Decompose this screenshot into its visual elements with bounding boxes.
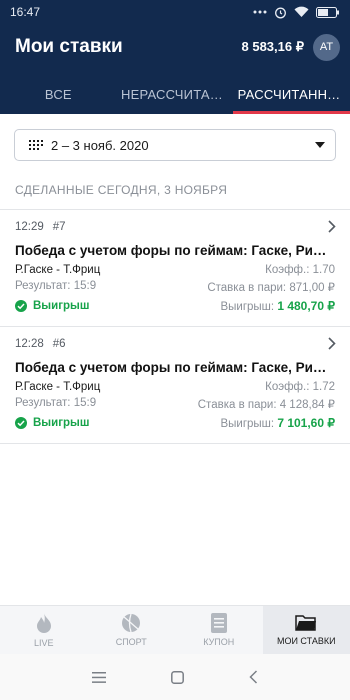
nav-coupon[interactable]: КУПОН [175,606,263,654]
bet-line: Результат: 15:9 Ставка в пари: 4 128,84 … [15,397,335,411]
bet-coef: Коэфф.: 1.70 [265,264,335,276]
status-icons [253,6,340,19]
bet-result: Результат: 15:9 [15,280,207,294]
bottom-nav: LIVE СПОРТ КУПОН МОИ СТАВКИ [0,605,350,654]
bets-tabs: ВСЕ НЕРАССЧИТАННЫЕ РАССЧИТАННЫЕ [0,75,350,114]
nav-label: LIVE [33,638,54,648]
bet-card[interactable]: 12:29 #7 Победа с учетом форы по геймам: … [0,210,350,325]
top-bar: 16:47 Мои ставки 8 583,16 ₽ АТ ВСЕ НЕРАС… [0,0,350,114]
bet-payout: Выигрыш: 1 480,70 ₽ [220,299,335,313]
nav-label: КУПОН [203,637,235,647]
result-value: 15:9 [73,280,97,292]
result-label: Результат: [15,397,71,409]
bet-match: Р.Гаске - Т.Фриц [15,381,101,393]
bet-line: Р.Гаске - Т.Фриц Коэфф.: 1.72 [15,381,335,393]
payout-label: Выигрыш: [220,301,275,313]
bet-meta: 12:28 #6 [15,338,66,350]
nav-label: МОИ СТАВКИ [276,636,336,646]
bet-outcome: Выигрыш [15,300,220,312]
date-range-select[interactable]: 2 – 3 нояб. 2020 [14,129,336,161]
nav-sport[interactable]: СПОРТ [88,606,176,654]
stake-label: Ставка в пари: [197,399,277,411]
bet-line: Р.Гаске - Т.Фриц Коэфф.: 1.70 [15,264,335,276]
menu-icon[interactable] [92,671,107,683]
bet-result: Результат: 15:9 [15,397,198,411]
payout-label: Выигрыш: [220,418,275,430]
bet-stake: Ставка в пари: 871,00 ₽ [207,280,335,294]
bet-line: Результат: 15:9 Ставка в пари: 871,00 ₽ [15,280,335,294]
bet-number: #6 [52,338,66,350]
bet-stake: Ставка в пари: 4 128,84 ₽ [198,397,335,411]
alarm-icon [275,7,286,18]
stake-value: 871,00 ₽ [289,282,335,294]
bet-line: Выигрыш Выигрыш: 7 101,60 ₽ [15,416,335,430]
coef-label: Коэфф.: [265,381,310,393]
folder-icon [295,615,317,631]
outcome-label: Выигрыш [33,300,90,312]
dots-icon [253,10,267,14]
bet-event: Победа с учетом форы по геймам: Гаске, Р… [15,243,335,258]
date-range-value: 2 – 3 нояб. 2020 [51,137,149,153]
bet-payout: Выигрыш: 7 101,60 ₽ [220,416,335,430]
coef-label: Коэфф.: [265,264,310,276]
tab-label: РАССЧИТАННЫЕ [237,87,346,102]
check-circle-icon [15,417,27,429]
section-title: СДЕЛАННЫЕ СЕГОДНЯ, 3 НОЯБРЯ [15,183,228,197]
tab-label: ВСЕ [44,87,72,102]
bet-card[interactable]: 12:28 #6 Победа с учетом форы по геймам: … [0,327,350,442]
calendar-icon [29,140,43,150]
bet-meta: 12:29 #7 [15,221,66,233]
stake-label: Ставка в пари: [207,282,287,294]
bet-line: Выигрыш Выигрыш: 1 480,70 ₽ [15,299,335,313]
bet-match: Р.Гаске - Т.Фриц [15,264,101,276]
bet-coef: Коэфф.: 1.72 [265,381,335,393]
page-title: Мои ставки [15,36,123,57]
check-circle-icon [15,300,27,312]
battery-icon [316,6,339,18]
payout-value: 1 480,70 ₽ [277,299,335,313]
coupon-icon [210,613,227,633]
tab-label: НЕРАССЧИТАННЫЕ [121,87,229,102]
nav-label: СПОРТ [115,637,147,647]
balance[interactable]: 8 583,16 ₽ [242,39,305,55]
bet-time: 12:29 [15,221,44,233]
bet-event: Победа с учетом форы по геймам: Гаске, Р… [15,360,335,375]
result-value: 15:9 [73,397,97,409]
app-header: Мои ставки 8 583,16 ₽ АТ [0,30,350,64]
chevron-right-icon[interactable] [328,337,336,350]
chevron-right-icon[interactable] [328,220,336,233]
ball-icon [122,613,141,633]
back-icon[interactable] [249,670,258,684]
coef-value: 1.70 [312,264,335,276]
wifi-icon [294,6,309,18]
tab-all[interactable]: ВСЕ [0,75,117,114]
nav-my-bets[interactable]: МОИ СТАВКИ [262,606,350,654]
nav-live[interactable]: LIVE [0,606,88,654]
bet-outcome: Выигрыш [15,417,220,429]
stake-value: 4 128,84 ₽ [279,399,335,411]
home-icon[interactable] [171,670,184,684]
divider [0,443,350,444]
coef-value: 1.72 [312,381,335,393]
system-nav-bar [0,654,350,700]
payout-value: 7 101,60 ₽ [277,416,335,430]
flame-icon [36,613,51,633]
status-time: 16:47 [10,5,41,19]
bet-number: #7 [52,221,66,233]
avatar[interactable]: АТ [313,33,340,61]
dropdown-arrow-icon [315,142,325,148]
outcome-label: Выигрыш [33,417,90,429]
status-bar: 16:47 [0,0,350,24]
tab-settled[interactable]: РАССЧИТАННЫЕ [233,75,350,114]
result-label: Результат: [15,280,71,292]
bet-time: 12:28 [15,338,44,350]
tab-unsettled[interactable]: НЕРАССЧИТАННЫЕ [117,75,234,114]
